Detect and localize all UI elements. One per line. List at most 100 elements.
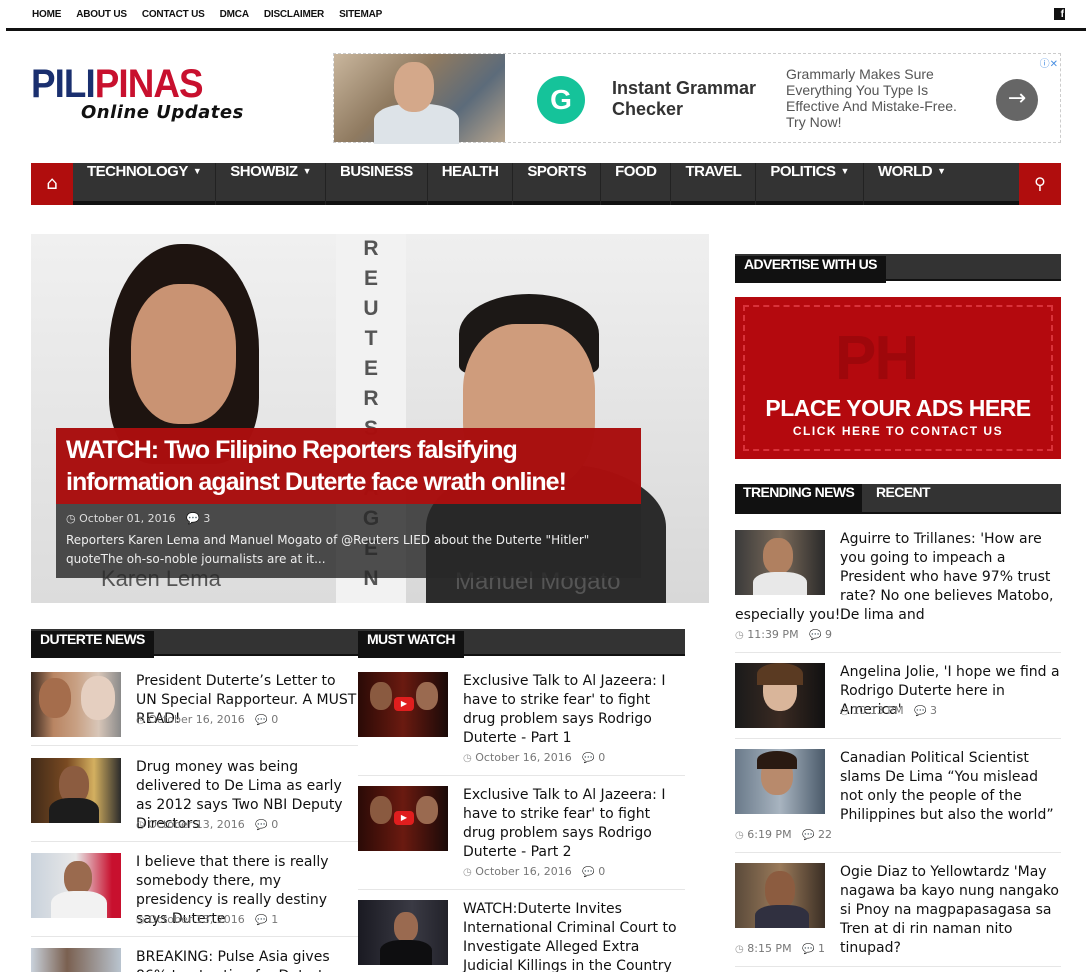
post-title[interactable]: Exclusive Talk to Al Jazeera: I have to … bbox=[463, 672, 685, 748]
ad-subline: CLICK HERE TO CONTACT US bbox=[792, 424, 1004, 438]
featured-post[interactable]: REUTERS AGEN Karen Lema Manuel Mogato WA… bbox=[31, 234, 709, 603]
clock-icon: ◷ bbox=[136, 715, 145, 726]
top-link-contact[interactable]: CONTACT US bbox=[142, 9, 205, 20]
must-watch-heading: MUST WATCH bbox=[358, 629, 685, 658]
chevron-down-icon: ▼ bbox=[192, 166, 202, 176]
nav-items: TECHNOLOGY ▼ SHOWBIZ ▼ BUSINESS HEALTH SPO… bbox=[73, 163, 960, 205]
home-icon[interactable]: ⌂ bbox=[31, 163, 73, 205]
post-meta: ◷ October 13, 2016 💬 1 bbox=[136, 913, 279, 926]
comment-icon: 💬 bbox=[802, 944, 815, 955]
clock-icon: ◷ bbox=[136, 820, 145, 831]
post-title[interactable]: Canadian Political Scientist slams De Li… bbox=[840, 749, 1061, 825]
nav-item-health[interactable]: HEALTH bbox=[428, 163, 514, 205]
post-meta: ◷ October 16, 2016 💬 0 bbox=[463, 751, 606, 764]
logo-wordmark: PILIPINAS bbox=[31, 62, 204, 106]
grammarly-ad-banner[interactable]: G Instant Grammar Checker Grammarly Make… bbox=[333, 53, 1061, 144]
post-title[interactable]: Exclusive Talk to Al Jazeera: I have to … bbox=[463, 786, 685, 862]
featured-title-box[interactable]: WATCH: Two Filipino Reporters falsifying… bbox=[56, 428, 641, 504]
comment-icon: 💬 bbox=[255, 820, 268, 831]
video-thumbnail[interactable]: ▶ bbox=[358, 672, 448, 737]
post-title[interactable]: WATCH:Duterte Invites International Crim… bbox=[463, 900, 685, 972]
nav-item-politics[interactable]: POLITICS ▼ bbox=[756, 163, 864, 205]
nav-item-food[interactable]: FOOD bbox=[601, 163, 672, 205]
play-icon: ▶ bbox=[394, 811, 414, 825]
ad-text: Grammarly Makes Sure Everything You Type… bbox=[786, 66, 957, 130]
video-thumbnail[interactable]: ▶ bbox=[358, 786, 448, 851]
ph-watermark: PH bbox=[835, 324, 919, 393]
post-meta: ◷ 8:15 PM 💬 1 bbox=[735, 942, 826, 955]
post-meta: ◷ 6:19 PM 💬 22 bbox=[735, 828, 833, 841]
featured-meta: ◷ October 01, 2016 💬 3 bbox=[66, 512, 211, 525]
ad-close-icon[interactable]: ⓘ✕ bbox=[1040, 55, 1058, 70]
ad-headline: PLACE YOUR ADS HERE bbox=[765, 395, 1031, 421]
ad-title: Instant Grammar Checker bbox=[612, 78, 757, 119]
post-thumbnail[interactable] bbox=[735, 530, 825, 595]
comment-icon: 💬 bbox=[186, 512, 200, 525]
chevron-down-icon: ▼ bbox=[840, 166, 850, 176]
list-item[interactable]: President Duterte’s Letter to UN Special… bbox=[31, 672, 358, 742]
comment-icon: 💬 bbox=[582, 867, 595, 878]
clock-icon: ◷ bbox=[735, 630, 744, 641]
list-item[interactable]: Drug money was being delivered to De Lim… bbox=[31, 758, 358, 838]
comment-icon: 💬 bbox=[255, 915, 268, 926]
post-thumbnail[interactable] bbox=[31, 758, 121, 823]
list-item[interactable]: ▶ Exclusive Talk to Al Jazeera: I have t… bbox=[358, 786, 685, 886]
post-meta: ◷ 10:13 PM 💬 3 bbox=[840, 704, 938, 717]
comment-icon: 💬 bbox=[809, 630, 822, 641]
post-meta: ◷ October 16, 2016 💬 0 bbox=[463, 865, 606, 878]
comment-icon: 💬 bbox=[582, 753, 595, 764]
list-item[interactable]: ▶ Exclusive Talk to Al Jazeera: I have t… bbox=[358, 672, 685, 772]
list-item[interactable]: I believe that there is really somebody … bbox=[31, 853, 358, 933]
top-link-disclaimer[interactable]: DISCLAIMER bbox=[264, 9, 324, 20]
post-thumbnail[interactable] bbox=[735, 863, 825, 928]
top-links: HOME ABOUT US CONTACT US DMCA DISCLAIMER… bbox=[32, 9, 382, 20]
facebook-icon[interactable]: f bbox=[1054, 8, 1065, 20]
video-thumbnail[interactable] bbox=[358, 900, 448, 965]
clock-icon: ◷ bbox=[735, 830, 744, 841]
list-item[interactable]: WATCH:Duterte Invites International Crim… bbox=[358, 900, 685, 972]
post-meta: ◷ October 16, 2016 💬 0 bbox=[136, 713, 279, 726]
nav-item-business[interactable]: BUSINESS bbox=[326, 163, 428, 205]
post-thumbnail[interactable] bbox=[735, 749, 825, 814]
trending-item[interactable]: Angelina Jolie, 'I hope we find a Rodrig… bbox=[735, 663, 1061, 733]
featured-excerpt: Reporters Karen Lema and Manuel Mogato o… bbox=[66, 533, 590, 566]
search-icon[interactable]: ⚲ bbox=[1019, 163, 1061, 205]
post-thumbnail[interactable] bbox=[31, 948, 121, 972]
post-thumbnail[interactable] bbox=[31, 672, 121, 737]
top-link-sitemap[interactable]: SITEMAP bbox=[339, 9, 382, 20]
top-link-home[interactable]: HOME bbox=[32, 9, 61, 20]
sidebar-tabs: TRENDING NEWS RECENT bbox=[735, 484, 1061, 514]
nav-item-world[interactable]: WORLD ▼ bbox=[864, 163, 960, 205]
clock-icon: ◷ bbox=[66, 512, 76, 525]
post-thumbnail[interactable] bbox=[735, 663, 825, 728]
trending-item[interactable]: Ogie Diaz to Yellowtardz 'May nagawa ba … bbox=[735, 863, 1061, 963]
post-title[interactable]: BREAKING: Pulse Asia gives 86% trust rat… bbox=[136, 948, 358, 972]
tab-trending-news[interactable]: TRENDING NEWS bbox=[735, 484, 863, 512]
featured-title[interactable]: WATCH: Two Filipino Reporters falsifying… bbox=[66, 434, 631, 498]
nav-item-sports[interactable]: SPORTS bbox=[513, 163, 602, 205]
tab-recent[interactable]: RECENT bbox=[868, 484, 938, 512]
nav-item-showbiz[interactable]: SHOWBIZ ▼ bbox=[216, 163, 327, 205]
advertise-heading: ADVERTISE WITH US bbox=[735, 254, 1061, 283]
comment-icon: 💬 bbox=[255, 715, 268, 726]
trending-item[interactable]: Aguirre to Trillanes: 'How are you going… bbox=[735, 530, 1061, 650]
clock-icon: ◷ bbox=[136, 915, 145, 926]
post-meta: ◷ 11:39 PM 💬 9 bbox=[735, 628, 833, 641]
post-meta: ◷ October 13, 2016 💬 0 bbox=[136, 818, 279, 831]
ad-arrow-icon[interactable]: → bbox=[996, 79, 1038, 121]
chevron-down-icon: ▼ bbox=[937, 166, 946, 176]
nav-item-technology[interactable]: TECHNOLOGY ▼ bbox=[73, 163, 217, 205]
grammarly-logo-icon: G bbox=[537, 76, 585, 124]
post-thumbnail[interactable] bbox=[31, 853, 121, 918]
list-item[interactable]: BREAKING: Pulse Asia gives 86% trust rat… bbox=[31, 948, 358, 972]
top-link-about[interactable]: ABOUT US bbox=[76, 9, 127, 20]
trending-item[interactable]: Canadian Political Scientist slams De Li… bbox=[735, 749, 1061, 849]
play-icon: ▶ bbox=[394, 697, 414, 711]
clock-icon: ◷ bbox=[735, 944, 744, 955]
place-your-ads-banner[interactable]: PH PLACE YOUR ADS HERE CLICK HERE TO CON… bbox=[735, 297, 1061, 459]
post-title-continued[interactable]: especially you!' bbox=[735, 606, 1061, 625]
post-title[interactable]: Ogie Diaz to Yellowtardz 'May nagawa ba … bbox=[840, 863, 1061, 958]
site-logo[interactable]: PILIPINAS Online Updates bbox=[31, 64, 256, 126]
nav-item-travel[interactable]: TRAVEL bbox=[671, 163, 757, 205]
top-link-dmca[interactable]: DMCA bbox=[220, 9, 249, 20]
